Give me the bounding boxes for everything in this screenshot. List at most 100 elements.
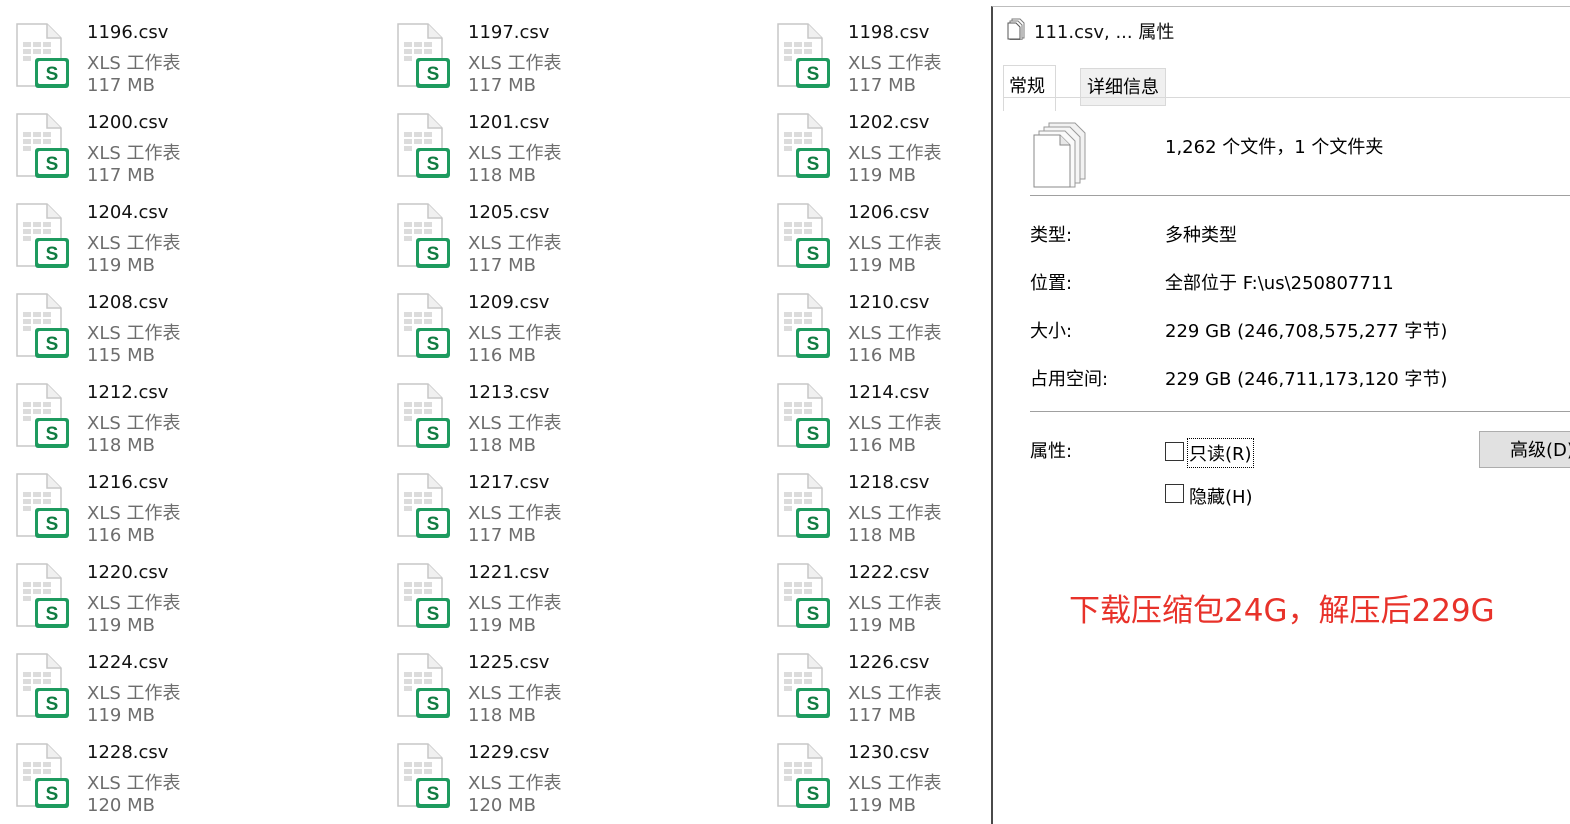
file-item[interactable]: S 1206.csv XLS 工作表 119 MB — [761, 198, 990, 284]
svg-text:S: S — [46, 154, 59, 175]
file-item[interactable]: S 1212.csv XLS 工作表 118 MB — [0, 378, 360, 464]
file-item[interactable]: S 1209.csv XLS 工作表 116 MB — [381, 288, 741, 374]
spreadsheet-csv-icon: S — [14, 650, 72, 720]
file-item[interactable]: S 1202.csv XLS 工作表 119 MB — [761, 108, 990, 194]
file-type: XLS 工作表 — [468, 53, 562, 74]
file-name: 1200.csv — [87, 112, 169, 133]
file-name: 1226.csv — [848, 652, 930, 673]
annotation-text: 下载压缩包24G，解压后229G — [1069, 593, 1495, 629]
file-name: 1216.csv — [87, 472, 169, 493]
file-name: 1217.csv — [468, 472, 550, 493]
size-value: 229 GB (246,708,575,277 字节) — [1165, 321, 1448, 342]
advanced-button[interactable]: 高级(D) — [1479, 431, 1570, 468]
svg-text:S: S — [46, 424, 59, 445]
file-name: 1206.csv — [848, 202, 930, 223]
file-name: 1218.csv — [848, 472, 930, 493]
file-size: 117 MB — [468, 255, 536, 276]
file-size: 118 MB — [468, 165, 536, 186]
size-label: 大小: — [1030, 321, 1073, 342]
file-name: 1198.csv — [848, 22, 930, 43]
spreadsheet-csv-icon: S — [14, 200, 72, 270]
file-item[interactable]: S 1214.csv XLS 工作表 116 MB — [761, 378, 990, 464]
file-type: XLS 工作表 — [848, 53, 942, 74]
file-item[interactable]: S 1200.csv XLS 工作表 117 MB — [0, 108, 360, 194]
file-item[interactable]: S 1208.csv XLS 工作表 115 MB — [0, 288, 360, 374]
svg-text:S: S — [807, 514, 820, 535]
file-type: XLS 工作表 — [87, 773, 181, 794]
svg-text:S: S — [46, 514, 59, 535]
multi-file-icon — [1007, 18, 1025, 40]
file-type: XLS 工作表 — [468, 503, 562, 524]
tab-general[interactable]: 常规 — [1003, 65, 1056, 111]
file-type: XLS 工作表 — [87, 143, 181, 164]
file-item[interactable]: S 1228.csv XLS 工作表 120 MB — [0, 738, 360, 823]
multiple-files-icon — [1033, 122, 1086, 188]
dialog-titlebar[interactable]: 111.csv, ... 属性 — [993, 7, 1570, 47]
hidden-checkbox[interactable] — [1165, 484, 1184, 503]
file-item[interactable]: S 1221.csv XLS 工作表 119 MB — [381, 558, 741, 644]
file-size: 117 MB — [468, 75, 536, 96]
hidden-label[interactable]: 隐藏(H) — [1189, 483, 1253, 509]
file-item[interactable]: S 1210.csv XLS 工作表 116 MB — [761, 288, 990, 374]
file-item[interactable]: S 1222.csv XLS 工作表 119 MB — [761, 558, 990, 644]
tab-divider — [1003, 97, 1570, 98]
svg-text:S: S — [427, 334, 440, 355]
file-item[interactable]: S 1229.csv XLS 工作表 120 MB — [381, 738, 741, 823]
file-item[interactable]: S 1198.csv XLS 工作表 117 MB — [761, 18, 990, 104]
file-name: 1221.csv — [468, 562, 550, 583]
file-name: 1220.csv — [87, 562, 169, 583]
file-size: 115 MB — [87, 345, 155, 366]
file-size: 118 MB — [87, 435, 155, 456]
file-item[interactable]: S 1230.csv XLS 工作表 119 MB — [761, 738, 990, 823]
file-size: 117 MB — [468, 525, 536, 546]
spreadsheet-csv-icon: S — [775, 470, 833, 540]
file-type: XLS 工作表 — [848, 143, 942, 164]
file-name: 1204.csv — [87, 202, 169, 223]
file-type: XLS 工作表 — [87, 413, 181, 434]
svg-text:S: S — [427, 784, 440, 805]
svg-text:S: S — [46, 784, 59, 805]
file-item[interactable]: S 1213.csv XLS 工作表 118 MB — [381, 378, 741, 464]
file-item[interactable]: S 1218.csv XLS 工作表 118 MB — [761, 468, 990, 554]
tab-details[interactable]: 详细信息 — [1080, 68, 1166, 106]
file-item[interactable]: S 1204.csv XLS 工作表 119 MB — [0, 198, 360, 284]
disk-size-value: 229 GB (246,711,173,120 字节) — [1165, 369, 1448, 390]
file-type: XLS 工作表 — [468, 773, 562, 794]
file-type: XLS 工作表 — [468, 413, 562, 434]
svg-text:S: S — [46, 64, 59, 85]
file-item[interactable]: S 1225.csv XLS 工作表 118 MB — [381, 648, 741, 734]
readonly-checkbox[interactable] — [1165, 442, 1184, 461]
selection-summary: 1,262 个文件，1 个文件夹 — [1165, 137, 1384, 158]
svg-text:S: S — [427, 424, 440, 445]
svg-text:S: S — [427, 64, 440, 85]
file-item[interactable]: S 1197.csv XLS 工作表 117 MB — [381, 18, 741, 104]
file-item[interactable]: S 1220.csv XLS 工作表 119 MB — [0, 558, 360, 644]
file-item[interactable]: S 1226.csv XLS 工作表 117 MB — [761, 648, 990, 734]
file-name: 1197.csv — [468, 22, 550, 43]
spreadsheet-csv-icon: S — [14, 560, 72, 630]
file-type: XLS 工作表 — [848, 413, 942, 434]
file-item[interactable]: S 1196.csv XLS 工作表 117 MB — [0, 18, 360, 104]
file-size: 116 MB — [848, 435, 916, 456]
file-size: 116 MB — [468, 345, 536, 366]
readonly-label[interactable]: 只读(R) — [1187, 438, 1254, 468]
file-type: XLS 工作表 — [87, 593, 181, 614]
location-label: 位置: — [1030, 273, 1073, 294]
file-item[interactable]: S 1217.csv XLS 工作表 117 MB — [381, 468, 741, 554]
spreadsheet-csv-icon: S — [395, 110, 453, 180]
divider — [1030, 411, 1570, 412]
file-name: 1224.csv — [87, 652, 169, 673]
disk-size-label: 占用空间: — [1030, 369, 1109, 390]
file-name: 1229.csv — [468, 742, 550, 763]
spreadsheet-csv-icon: S — [14, 380, 72, 450]
spreadsheet-csv-icon: S — [395, 650, 453, 720]
file-item[interactable]: S 1201.csv XLS 工作表 118 MB — [381, 108, 741, 194]
spreadsheet-csv-icon: S — [775, 20, 833, 90]
file-type: XLS 工作表 — [468, 683, 562, 704]
svg-text:S: S — [807, 154, 820, 175]
file-item[interactable]: S 1224.csv XLS 工作表 119 MB — [0, 648, 360, 734]
file-item[interactable]: S 1205.csv XLS 工作表 117 MB — [381, 198, 741, 284]
spreadsheet-csv-icon: S — [395, 470, 453, 540]
file-name: 1228.csv — [87, 742, 169, 763]
file-item[interactable]: S 1216.csv XLS 工作表 116 MB — [0, 468, 360, 554]
